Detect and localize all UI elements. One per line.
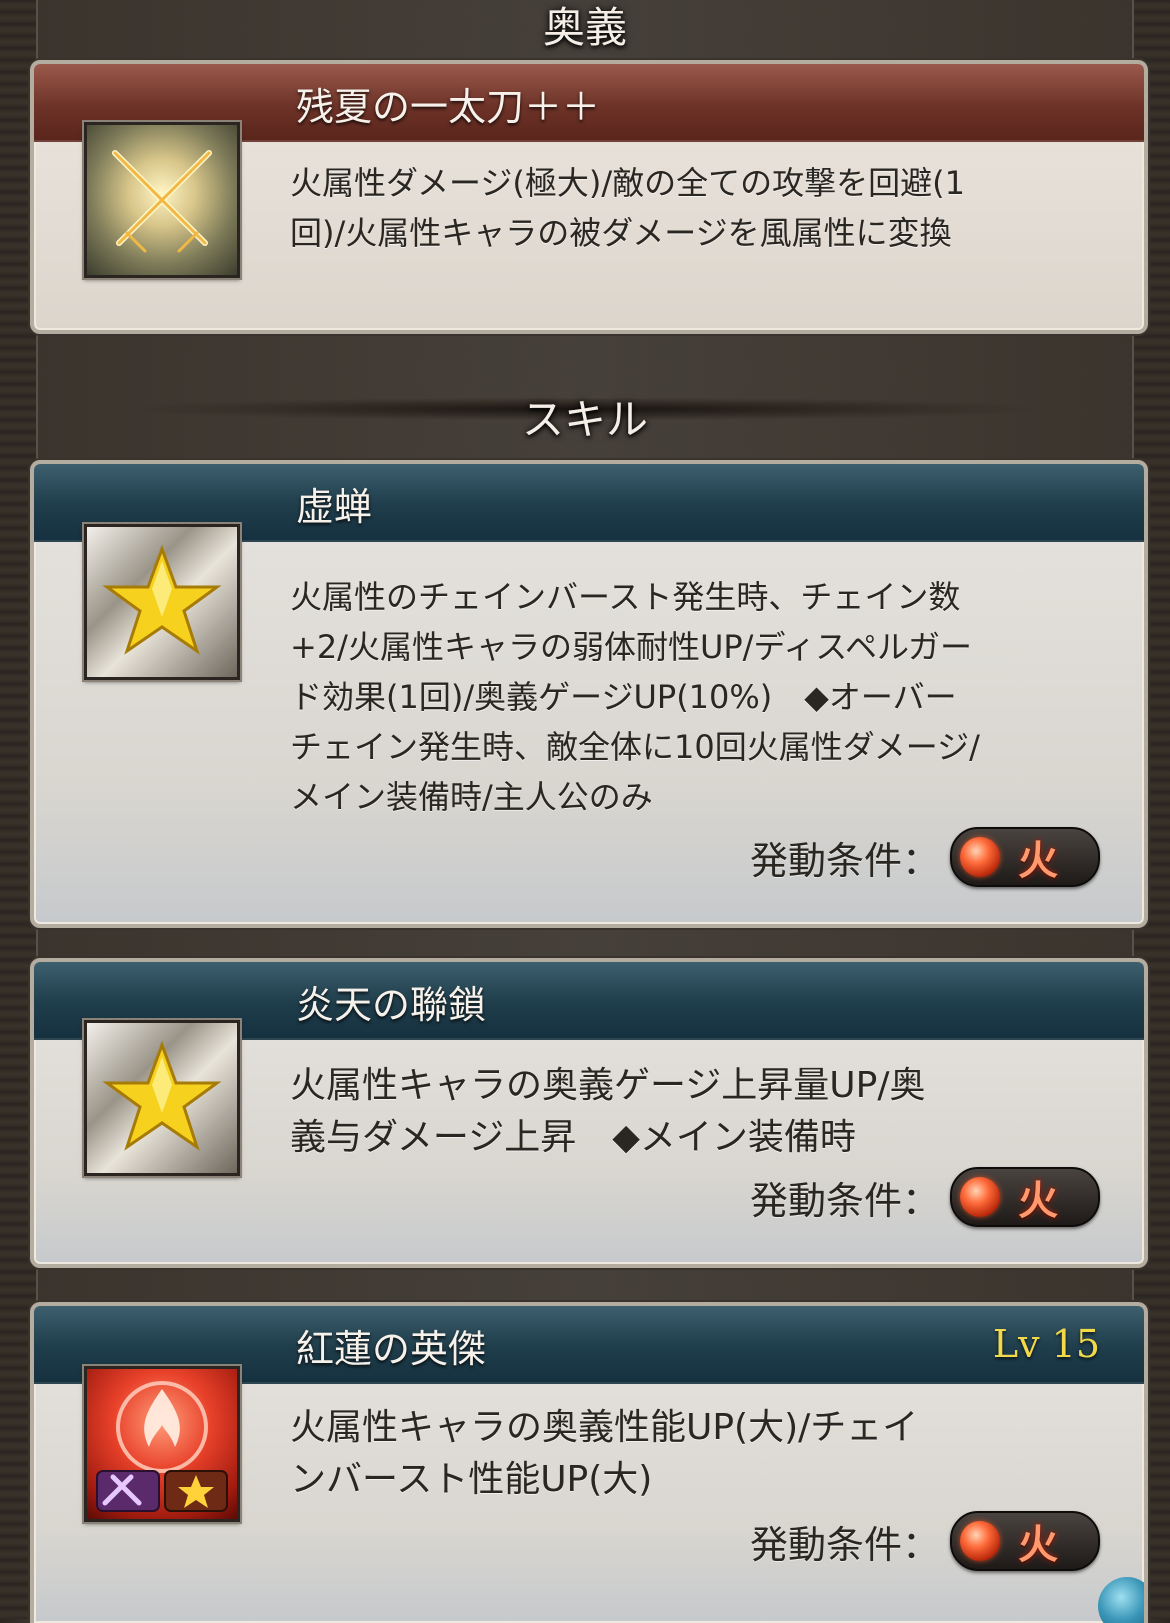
ougi-title: 残夏の一太刀＋＋ (296, 85, 601, 129)
section-heading-skill: スキル (521, 395, 648, 444)
element-badge[interactable]: 火 (950, 827, 1100, 887)
element-badge[interactable]: 火 (950, 1167, 1100, 1227)
element-label: 火 (1018, 1522, 1058, 1568)
activation-condition: 発動条件： 火 (749, 1511, 1100, 1571)
element-label: 火 (1018, 838, 1058, 884)
ougi-description: 火属性ダメージ(極大)/敵の全ての攻撃を回避(1 回)/火属性キャラの被ダメージ… (290, 158, 1086, 258)
star-icon[interactable] (84, 1020, 240, 1176)
fire-orb-icon (960, 837, 1000, 877)
fire-might-icon[interactable] (84, 1366, 240, 1522)
skill-description: 火属性のチェインバースト発生時、チェイン数 +2/火属性キャラの弱体耐性UP/デ… (290, 572, 1086, 822)
skill-description: 火属性キャラの奥義ゲージ上昇量UP/奥 義与ダメージ上昇 ◆メイン装備時 (290, 1060, 1086, 1164)
skill-description-line: 義与ダメージ上昇 ◆メイン装備時 (290, 1117, 856, 1158)
skill-title: 炎天の聯鎖 (296, 983, 487, 1027)
skill-level: Lv 15 (992, 1322, 1100, 1366)
crossed-swords-icon[interactable] (84, 122, 240, 278)
skill-description-line: 火属性キャラの奥義性能UP(大)/チェイ (290, 1407, 919, 1448)
skill-title: 紅蓮の英傑 (296, 1327, 487, 1371)
condition-label: 発動条件： (749, 1178, 940, 1223)
star-icon[interactable] (84, 524, 240, 680)
fire-orb-icon (960, 1521, 1000, 1561)
ougi-description-line: 回)/火属性キャラの被ダメージを風属性に変換 (290, 214, 952, 252)
skill-description-line: ド効果(1回)/奥義ゲージUP(10%) ◆オーバー (290, 678, 957, 716)
skill-card: 紅蓮の英傑 Lv 15 火属性キャラの奥義性能UP(大)/チェイ ンバースト性能… (30, 1302, 1148, 1623)
skill-description-line: +2/火属性キャラの弱体耐性UP/ディスペルガー (290, 628, 973, 666)
section-heading-ougi: 奥義 (542, 3, 627, 52)
skill-description-line: メイン装備時/主人公のみ (290, 778, 653, 816)
skill-description-line: チェイン発生時、敵全体に10回火属性ダメージ/ (290, 728, 980, 766)
ougi-description-line: 火属性ダメージ(極大)/敵の全ての攻撃を回避(1 (290, 164, 965, 202)
condition-label: 発動条件： (749, 838, 940, 883)
skill-description: 火属性キャラの奥義性能UP(大)/チェイ ンバースト性能UP(大) (290, 1402, 1086, 1506)
skill-title: 虚蝉 (296, 485, 373, 529)
activation-condition: 発動条件： 火 (749, 1167, 1100, 1227)
skill-description-line: 火属性キャラの奥義ゲージ上昇量UP/奥 (290, 1065, 926, 1106)
fire-orb-icon (960, 1177, 1000, 1217)
ougi-card: 残夏の一太刀＋＋ 火属性ダメージ(極大)/敵の全ての攻撃を回避(1 回)/火属性… (30, 60, 1148, 334)
skill-description-line: 火属性のチェインバースト発生時、チェイン数 (290, 578, 961, 616)
element-label: 火 (1018, 1178, 1058, 1224)
scroll-top-button[interactable] (1098, 1577, 1144, 1623)
skill-description-line: ンバースト性能UP(大) (290, 1459, 653, 1500)
skill-card: 炎天の聯鎖 火属性キャラの奥義ゲージ上昇量UP/奥 義与ダメージ上昇 ◆メイン装… (30, 958, 1148, 1268)
element-badge[interactable]: 火 (950, 1511, 1100, 1571)
skill-card: 虚蝉 火属性のチェインバースト発生時、チェイン数 +2/火属性キャラの弱体耐性U… (30, 460, 1148, 928)
activation-condition: 発動条件： 火 (749, 827, 1100, 887)
condition-label: 発動条件： (749, 1522, 940, 1567)
